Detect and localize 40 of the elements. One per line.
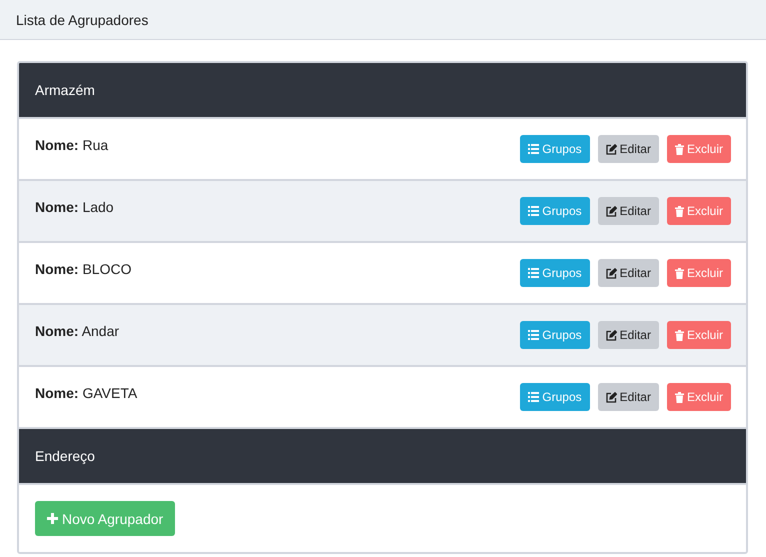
row-name: Nome: GAVETA xyxy=(35,385,138,401)
row-name: Nome: BLOCO xyxy=(35,261,132,277)
trash-icon xyxy=(674,144,684,154)
delete-button[interactable]: Excluir xyxy=(666,383,731,411)
groups-button[interactable]: Grupos xyxy=(520,321,590,349)
trash-icon xyxy=(674,330,684,340)
page-title: Lista de Agrupadores xyxy=(16,12,148,28)
groups-button[interactable]: Grupos xyxy=(520,197,590,225)
row-name: Nome: Lado xyxy=(35,199,114,215)
trash-icon xyxy=(674,392,684,402)
plus-icon xyxy=(47,513,58,524)
edit-button[interactable]: Editar xyxy=(598,135,659,163)
section-title: Armazém xyxy=(35,82,95,98)
list-icon xyxy=(528,206,540,216)
edit-icon xyxy=(606,392,617,402)
edit-icon xyxy=(606,268,617,278)
list-icon xyxy=(528,144,540,154)
edit-button[interactable]: Editar xyxy=(598,321,659,349)
section-title: Endereço xyxy=(35,448,95,464)
list-icon xyxy=(528,268,540,278)
list-icon xyxy=(528,392,540,402)
edit-button[interactable]: Editar xyxy=(598,259,659,287)
groups-button[interactable]: Grupos xyxy=(520,383,590,411)
edit-button[interactable]: Editar xyxy=(598,383,659,411)
groups-button[interactable]: Grupos xyxy=(520,259,590,287)
edit-icon xyxy=(606,330,617,340)
trash-icon xyxy=(674,268,684,278)
delete-button[interactable]: Excluir xyxy=(666,321,731,349)
row-name: Nome: Andar xyxy=(35,323,120,339)
delete-button[interactable]: Excluir xyxy=(666,197,731,225)
row-name: Nome: Rua xyxy=(35,137,108,153)
delete-button[interactable]: Excluir xyxy=(666,259,731,287)
trash-icon xyxy=(674,206,684,216)
edit-icon xyxy=(606,144,617,154)
list-icon xyxy=(528,330,540,340)
add-button[interactable]: Novo Agrupador xyxy=(35,501,176,536)
edit-icon xyxy=(606,206,617,216)
groups-button[interactable]: Grupos xyxy=(520,135,590,163)
delete-button[interactable]: Excluir xyxy=(666,135,731,163)
edit-button[interactable]: Editar xyxy=(598,197,659,225)
